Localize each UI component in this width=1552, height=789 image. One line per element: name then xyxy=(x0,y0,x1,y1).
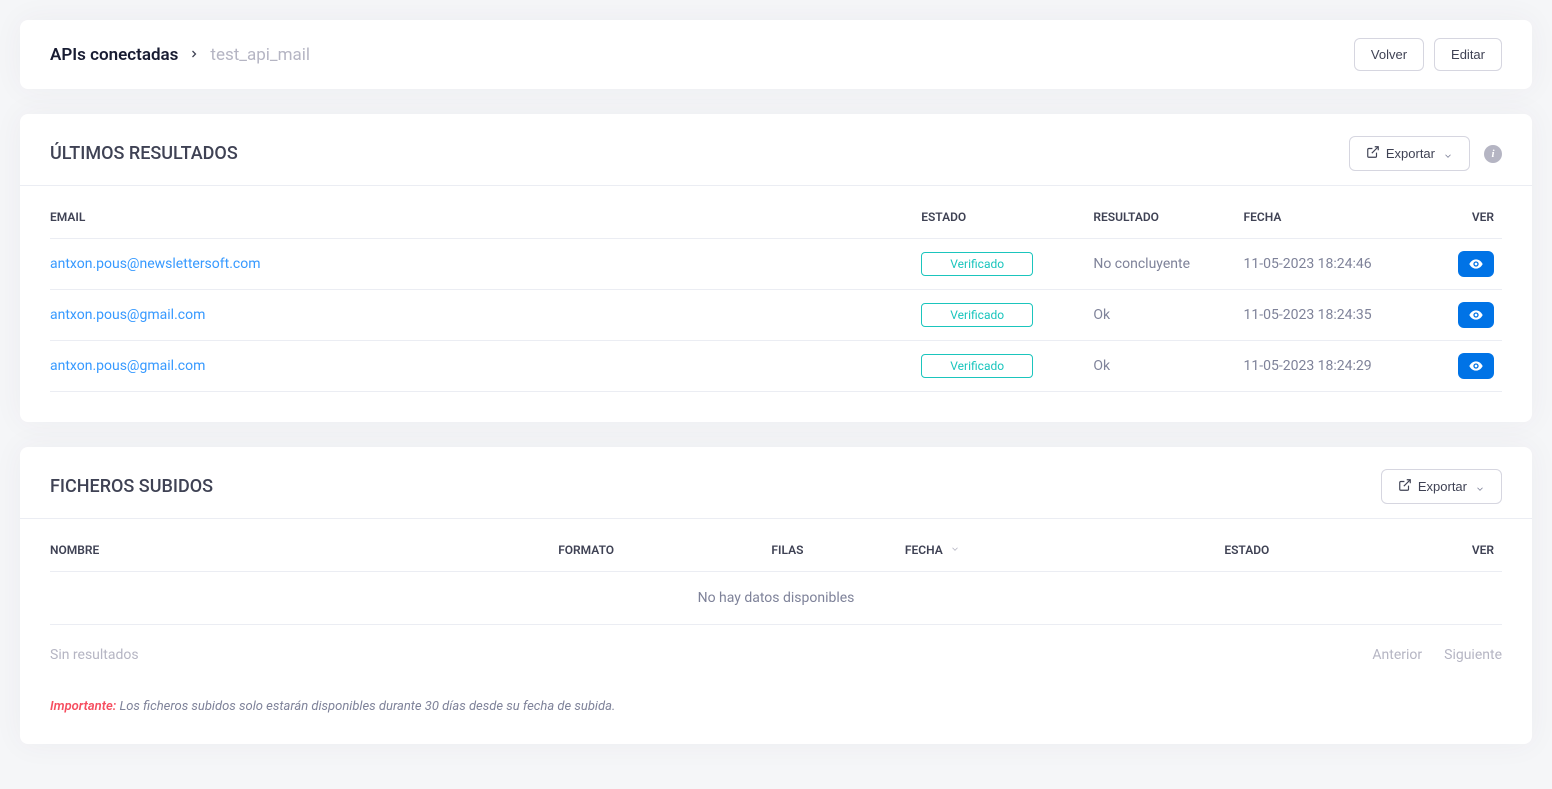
results-card: ÚLTIMOS RESULTADOS Exportar i EMAIL ESTA… xyxy=(20,114,1532,422)
edit-button[interactable]: Editar xyxy=(1434,38,1502,71)
col-email: EMAIL xyxy=(50,196,921,239)
files-actions: Exportar xyxy=(1381,469,1502,504)
pagination: Anterior Siguiente xyxy=(1372,647,1502,663)
status-badge: Verificado xyxy=(921,354,1033,378)
card-header: APIs conectadas test_api_mail Volver Edi… xyxy=(20,20,1532,89)
view-button[interactable] xyxy=(1458,302,1494,328)
export-label: Exportar xyxy=(1386,146,1435,161)
chevron-down-icon xyxy=(1443,149,1453,159)
export-files-button[interactable]: Exportar xyxy=(1381,469,1502,504)
table-row: antxon.pous@newslettersoft.com Verificado… xyxy=(50,239,1502,290)
header-card: APIs conectadas test_api_mail Volver Edi… xyxy=(20,20,1532,89)
important-note: Importante: Los ficheros subidos solo es… xyxy=(50,699,1502,714)
important-text: Los ficheros subidos solo estarán dispon… xyxy=(119,699,615,714)
empty-message: No hay datos disponibles xyxy=(50,572,1502,625)
files-body: NOMBRE FORMATO FILAS FECHA ESTADO VER No… xyxy=(20,519,1532,744)
files-header: FICHEROS SUBIDOS Exportar xyxy=(20,447,1532,519)
col-status: ESTADO xyxy=(921,196,1093,239)
table-header-row: EMAIL ESTADO RESULTADO FECHA VER xyxy=(50,196,1502,239)
result-value: No concluyente xyxy=(1093,239,1243,290)
sort-down-icon xyxy=(950,543,960,557)
breadcrumb-current: test_api_mail xyxy=(210,45,310,65)
email-link[interactable]: antxon.pous@newslettersoft.com xyxy=(50,256,261,272)
results-body: EMAIL ESTADO RESULTADO FECHA VER antxon.… xyxy=(20,186,1532,422)
results-title: ÚLTIMOS RESULTADOS xyxy=(50,143,238,164)
status-badge: Verificado xyxy=(921,303,1033,327)
chevron-down-icon xyxy=(1475,482,1485,492)
table-row: antxon.pous@gmail.com Verificado Ok11-05-2… xyxy=(50,341,1502,392)
col-rows[interactable]: FILAS xyxy=(771,529,904,572)
results-table: EMAIL ESTADO RESULTADO FECHA VER antxon.… xyxy=(50,196,1502,392)
col-date: FECHA xyxy=(1244,196,1439,239)
prev-page[interactable]: Anterior xyxy=(1372,647,1422,663)
status-badge: Verificado xyxy=(921,252,1033,276)
table-header-row: NOMBRE FORMATO FILAS FECHA ESTADO VER xyxy=(50,529,1502,572)
breadcrumb-root[interactable]: APIs conectadas xyxy=(50,45,178,65)
view-button[interactable] xyxy=(1458,353,1494,379)
export-results-button[interactable]: Exportar xyxy=(1349,136,1470,171)
email-link[interactable]: antxon.pous@gmail.com xyxy=(50,358,205,374)
export-icon xyxy=(1398,478,1412,495)
col-date[interactable]: FECHA xyxy=(905,529,1224,572)
no-results-label: Sin resultados xyxy=(50,647,139,663)
export-icon xyxy=(1366,145,1380,162)
next-page[interactable]: Siguiente xyxy=(1444,647,1502,663)
files-title: FICHEROS SUBIDOS xyxy=(50,476,213,497)
files-table-footer: Sin resultados Anterior Siguiente xyxy=(50,647,1502,663)
empty-row: No hay datos disponibles xyxy=(50,572,1502,625)
files-card: FICHEROS SUBIDOS Exportar NOMBRE FORMATO… xyxy=(20,447,1532,744)
results-header: ÚLTIMOS RESULTADOS Exportar i xyxy=(20,114,1532,186)
col-format[interactable]: FORMATO xyxy=(558,529,771,572)
col-view[interactable]: VER xyxy=(1401,529,1502,572)
back-button[interactable]: Volver xyxy=(1354,38,1424,71)
col-date-label: FECHA xyxy=(905,543,943,557)
col-view: VER xyxy=(1439,196,1502,239)
col-status[interactable]: ESTADO xyxy=(1224,529,1401,572)
export-label: Exportar xyxy=(1418,479,1467,494)
chevron-right-icon xyxy=(188,45,200,65)
date-value: 11-05-2023 18:24:46 xyxy=(1244,239,1439,290)
info-icon[interactable]: i xyxy=(1484,145,1502,163)
date-value: 11-05-2023 18:24:29 xyxy=(1244,341,1439,392)
breadcrumb: APIs conectadas test_api_mail xyxy=(50,45,310,65)
important-label: Importante: xyxy=(50,699,116,714)
result-value: Ok xyxy=(1093,341,1243,392)
date-value: 11-05-2023 18:24:35 xyxy=(1244,290,1439,341)
files-table: NOMBRE FORMATO FILAS FECHA ESTADO VER No… xyxy=(50,529,1502,625)
table-row: antxon.pous@gmail.com Verificado Ok11-05-2… xyxy=(50,290,1502,341)
col-result: RESULTADO xyxy=(1093,196,1243,239)
view-button[interactable] xyxy=(1458,251,1494,277)
col-name[interactable]: NOMBRE xyxy=(50,529,558,572)
result-value: Ok xyxy=(1093,290,1243,341)
email-link[interactable]: antxon.pous@gmail.com xyxy=(50,307,205,323)
header-buttons: Volver Editar xyxy=(1354,38,1502,71)
results-actions: Exportar i xyxy=(1349,136,1502,171)
